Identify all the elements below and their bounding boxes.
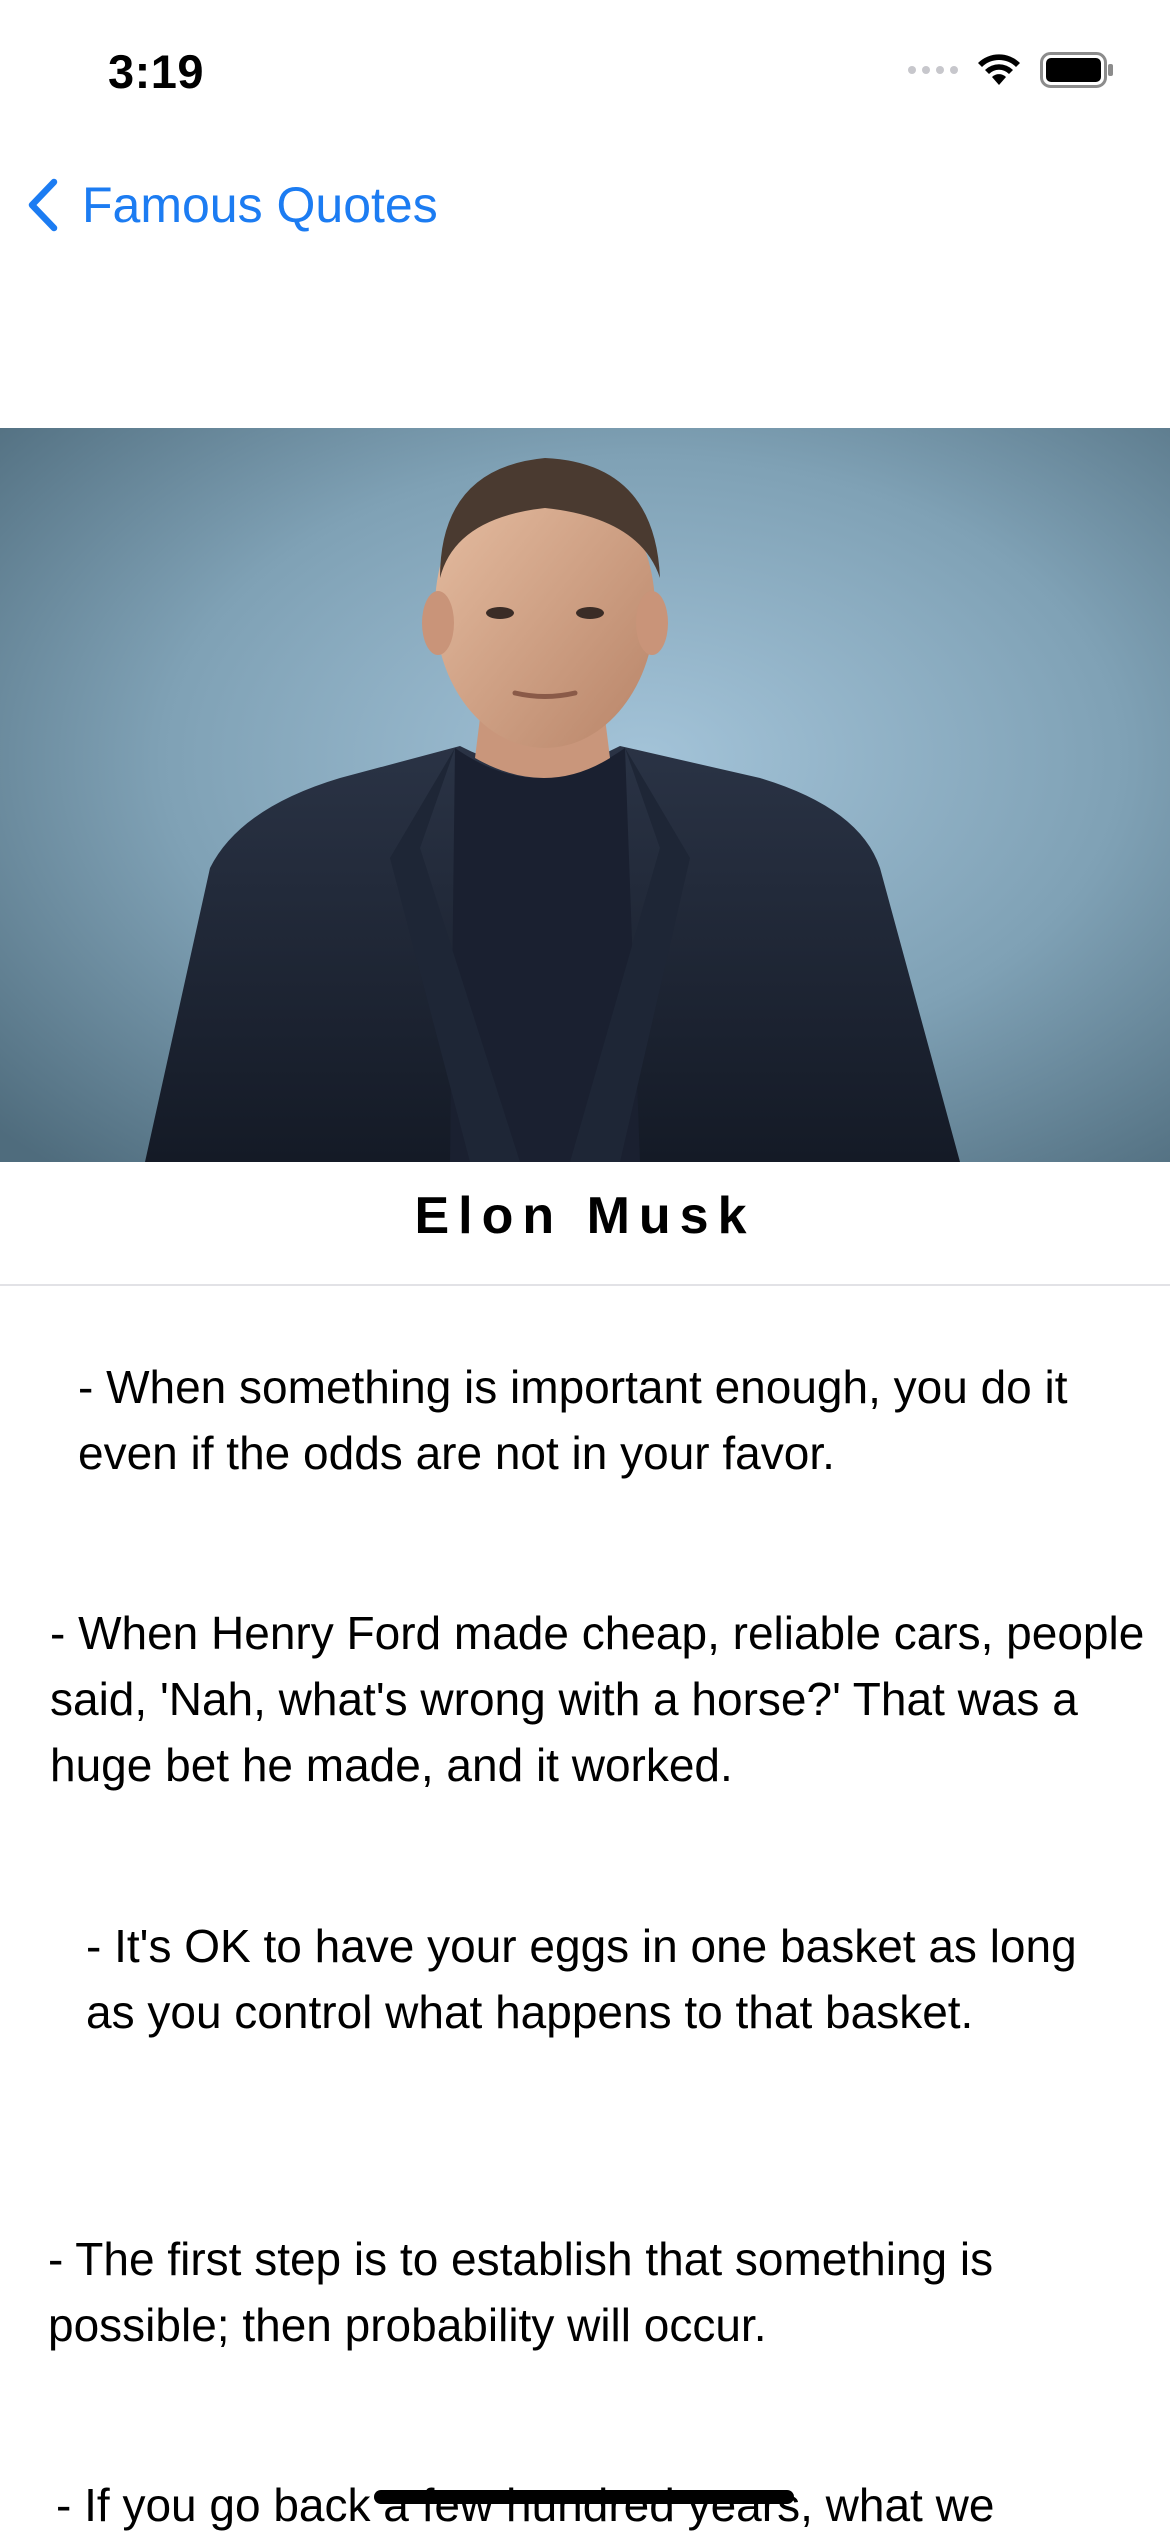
person-photo [0, 428, 1170, 1162]
back-button-label: Famous Quotes [82, 177, 438, 233]
divider [0, 1284, 1170, 1286]
chevron-left-icon [28, 178, 58, 232]
quote-text: - It's OK to have your eggs in one baske… [86, 1920, 1077, 2038]
quote-text: - When Henry Ford made cheap, reliable c… [50, 1607, 1145, 1791]
quote-text: - The first step is to establish that so… [48, 2233, 994, 2351]
person-name: Elon Musk [414, 1187, 756, 1245]
wifi-icon [978, 54, 1020, 85]
quote-text: - When something is important enough, yo… [78, 1361, 1068, 1479]
status-icons [908, 52, 1114, 88]
battery-icon [1040, 52, 1113, 88]
quote-detail-screen: 3:19 Famous Quotes Elon Musk - When some… [0, 0, 1170, 2532]
back-button[interactable]: Famous Quotes [24, 176, 438, 234]
cellular-signal-icon [908, 66, 958, 74]
status-time: 3:19 [108, 45, 205, 98]
home-indicator[interactable] [374, 2490, 794, 2504]
